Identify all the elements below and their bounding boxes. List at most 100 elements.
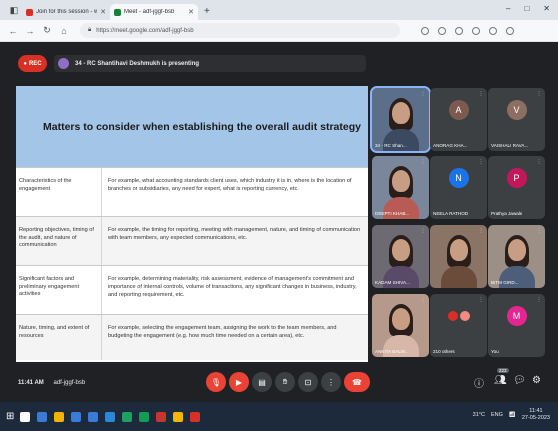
taskbar-app-icon[interactable]	[122, 411, 133, 422]
slide-row-label: Reporting objectives, timing of the audi…	[16, 217, 102, 265]
participant-tile[interactable]: ⋮	[430, 225, 487, 288]
more-icon[interactable]	[506, 26, 514, 35]
more-options-button[interactable]: ⋮	[321, 372, 341, 392]
participant-tile[interactable]: ⋮ BITM GIRD...	[488, 225, 545, 288]
refresh-icon[interactable]: ↻	[42, 25, 52, 36]
new-tab-button[interactable]: +	[204, 6, 210, 17]
taskbar-date: 27-05-2023	[521, 415, 550, 422]
leave-call-button[interactable]: ☎	[344, 372, 370, 392]
participant-name: DEEPTI KHAB...	[375, 211, 410, 216]
participant-video	[372, 294, 429, 357]
participant-avatar: V	[506, 100, 527, 120]
mic-muted-icon: ⋮	[536, 159, 542, 165]
participant-tile[interactable]: ⋮ DEEPTI KHAB...	[372, 156, 429, 219]
url-field[interactable]: 🔒︎ https://meet.google.com/adf-jggf-bsb	[80, 23, 400, 38]
maximize-button[interactable]: □	[524, 4, 529, 13]
home-icon[interactable]: ⌂	[59, 26, 69, 36]
profile-icon[interactable]	[489, 26, 497, 35]
participant-tile[interactable]: P ⋮ Prathya Jawale	[488, 156, 545, 219]
taskbar-app-icon[interactable]	[54, 411, 65, 422]
taskbar-app-icon[interactable]	[156, 411, 167, 422]
close-tab-icon[interactable]: ✕	[100, 8, 106, 16]
participant-name: KADAM SHIVA...	[375, 280, 410, 285]
participant-tile[interactable]: ⋮ ANKITA BALW...	[372, 294, 429, 357]
browser-tab-join[interactable]: Join for this session - whaatsMfix ✕	[22, 4, 110, 20]
taskbar-app-icon[interactable]	[190, 411, 201, 422]
participant-name: VAISHALI RAVA...	[491, 143, 529, 148]
tab-title: Meet - adf-jggf-bsb	[124, 9, 175, 15]
slide-row: Reporting objectives, timing of the audi…	[16, 216, 368, 265]
taskbar-app-icon[interactable]	[37, 411, 48, 422]
slide-row-text: For example, determining materiality, ri…	[108, 276, 357, 298]
mic-muted-icon: ⋮	[478, 159, 484, 165]
participant-video	[488, 225, 545, 288]
close-tab-icon[interactable]: ✕	[188, 8, 194, 16]
taskbar-app-icon[interactable]	[71, 411, 82, 422]
participant-tile[interactable]: ⋮ KADAM SHIVA...	[372, 225, 429, 288]
participant-avatar: M	[506, 306, 527, 326]
meeting-info: 11:41 AM adf-jggf-bsb	[18, 380, 85, 386]
forward-icon[interactable]: →	[25, 26, 35, 36]
participant-tile[interactable]: M ⋮ You	[488, 294, 545, 357]
people-icon[interactable]: 👥︎	[494, 375, 507, 386]
captions-icon: ▤	[258, 377, 266, 387]
browser-tab-meet[interactable]: Meet - adf-jggf-bsb ✕	[110, 4, 198, 20]
recording-label: REC	[28, 60, 42, 67]
camera-off-icon: ▶	[235, 377, 243, 387]
taskbar-app-icon[interactable]	[20, 411, 31, 422]
close-window-button[interactable]: ✕	[543, 4, 550, 13]
participant-avatar: N	[448, 168, 469, 188]
extension-icon[interactable]	[438, 26, 446, 35]
taskbar-app-icon[interactable]	[105, 411, 116, 422]
lock-icon: 🔒︎	[88, 27, 92, 33]
participant-name: NEELA RATHOD	[433, 211, 469, 216]
taskbar-clock[interactable]: 11:41 27-05-2023	[522, 408, 550, 422]
taskbar-app-icon[interactable]	[173, 411, 184, 422]
captions-button[interactable]: ▤	[252, 372, 272, 392]
favorite-icon[interactable]	[455, 26, 463, 35]
camera-off-button[interactable]: ▶	[229, 372, 249, 392]
tab-actions-icon[interactable]: ◧	[6, 2, 22, 18]
participant-video	[372, 156, 429, 219]
wifi-icon: 📶︎	[508, 412, 516, 419]
start-icon[interactable]: ⊞	[6, 411, 14, 422]
participant-tile[interactable]: ⋮ 210 others	[430, 294, 487, 357]
participant-name: ANORAG KHA...	[433, 143, 468, 148]
participant-tile[interactable]: N ⋮ NEELA RATHOD	[430, 156, 487, 219]
mic-muted-icon: ⋮	[536, 297, 542, 303]
taskbar-app-icon[interactable]	[88, 411, 99, 422]
slide-title-band: Matters to consider when establishing th…	[16, 86, 368, 167]
participant-tile[interactable]: V ⋮ VAISHALI RAVA...	[488, 88, 545, 151]
present-button[interactable]: ⊡	[298, 372, 318, 392]
mic-muted-icon: ⋮	[420, 228, 426, 234]
info-icon[interactable]: ⓘ	[474, 375, 484, 390]
chat-icon[interactable]: 💬︎	[513, 375, 526, 386]
participant-tile[interactable]: ⋮ 34 - RC Shan...	[370, 86, 431, 153]
mic-muted-icon: ⋮	[420, 159, 426, 165]
raise-hand-button[interactable]: ✋︎	[275, 372, 295, 392]
participant-tile[interactable]: A ⋮ ANORAG KHA...	[430, 88, 487, 151]
back-icon[interactable]: ←	[8, 26, 18, 36]
windows-taskbar: ⊞ 31°C ENG 📶︎ 11:41 27-05-2023	[0, 402, 558, 431]
meeting-clock: 11:41 AM	[18, 380, 44, 386]
participant-avatar: A	[448, 100, 469, 120]
tab-favicon	[114, 8, 121, 16]
tray-language: ENG	[490, 412, 503, 419]
slide-row-text: For example, selecting the engagement te…	[108, 325, 337, 339]
collections-icon[interactable]	[472, 26, 480, 35]
presenting-banner: 34 - RC Shantihavi Deshmukh is presentin…	[54, 55, 366, 72]
mic-off-button[interactable]: 🎙︎	[206, 372, 226, 392]
others-avatars	[447, 311, 470, 321]
camera-icon[interactable]	[421, 26, 429, 35]
present-icon: ⊡	[304, 377, 312, 387]
mic-off-icon: 🎙︎	[210, 377, 222, 387]
phone-hangup-icon: ☎	[352, 377, 362, 387]
taskbar-app-icon[interactable]	[139, 411, 150, 422]
mic-muted-icon: ⋮	[420, 91, 426, 97]
activities-icon[interactable]: ⚙︎	[532, 375, 541, 386]
minimize-button[interactable]: –	[506, 4, 510, 13]
mic-muted-icon: ⋮	[536, 91, 542, 97]
browser-tab-bar: ◧ Join for this session - whaatsMfix ✕ M…	[0, 0, 558, 20]
participant-name: 210 others	[433, 349, 455, 354]
mic-muted-icon: ⋮	[478, 297, 484, 303]
